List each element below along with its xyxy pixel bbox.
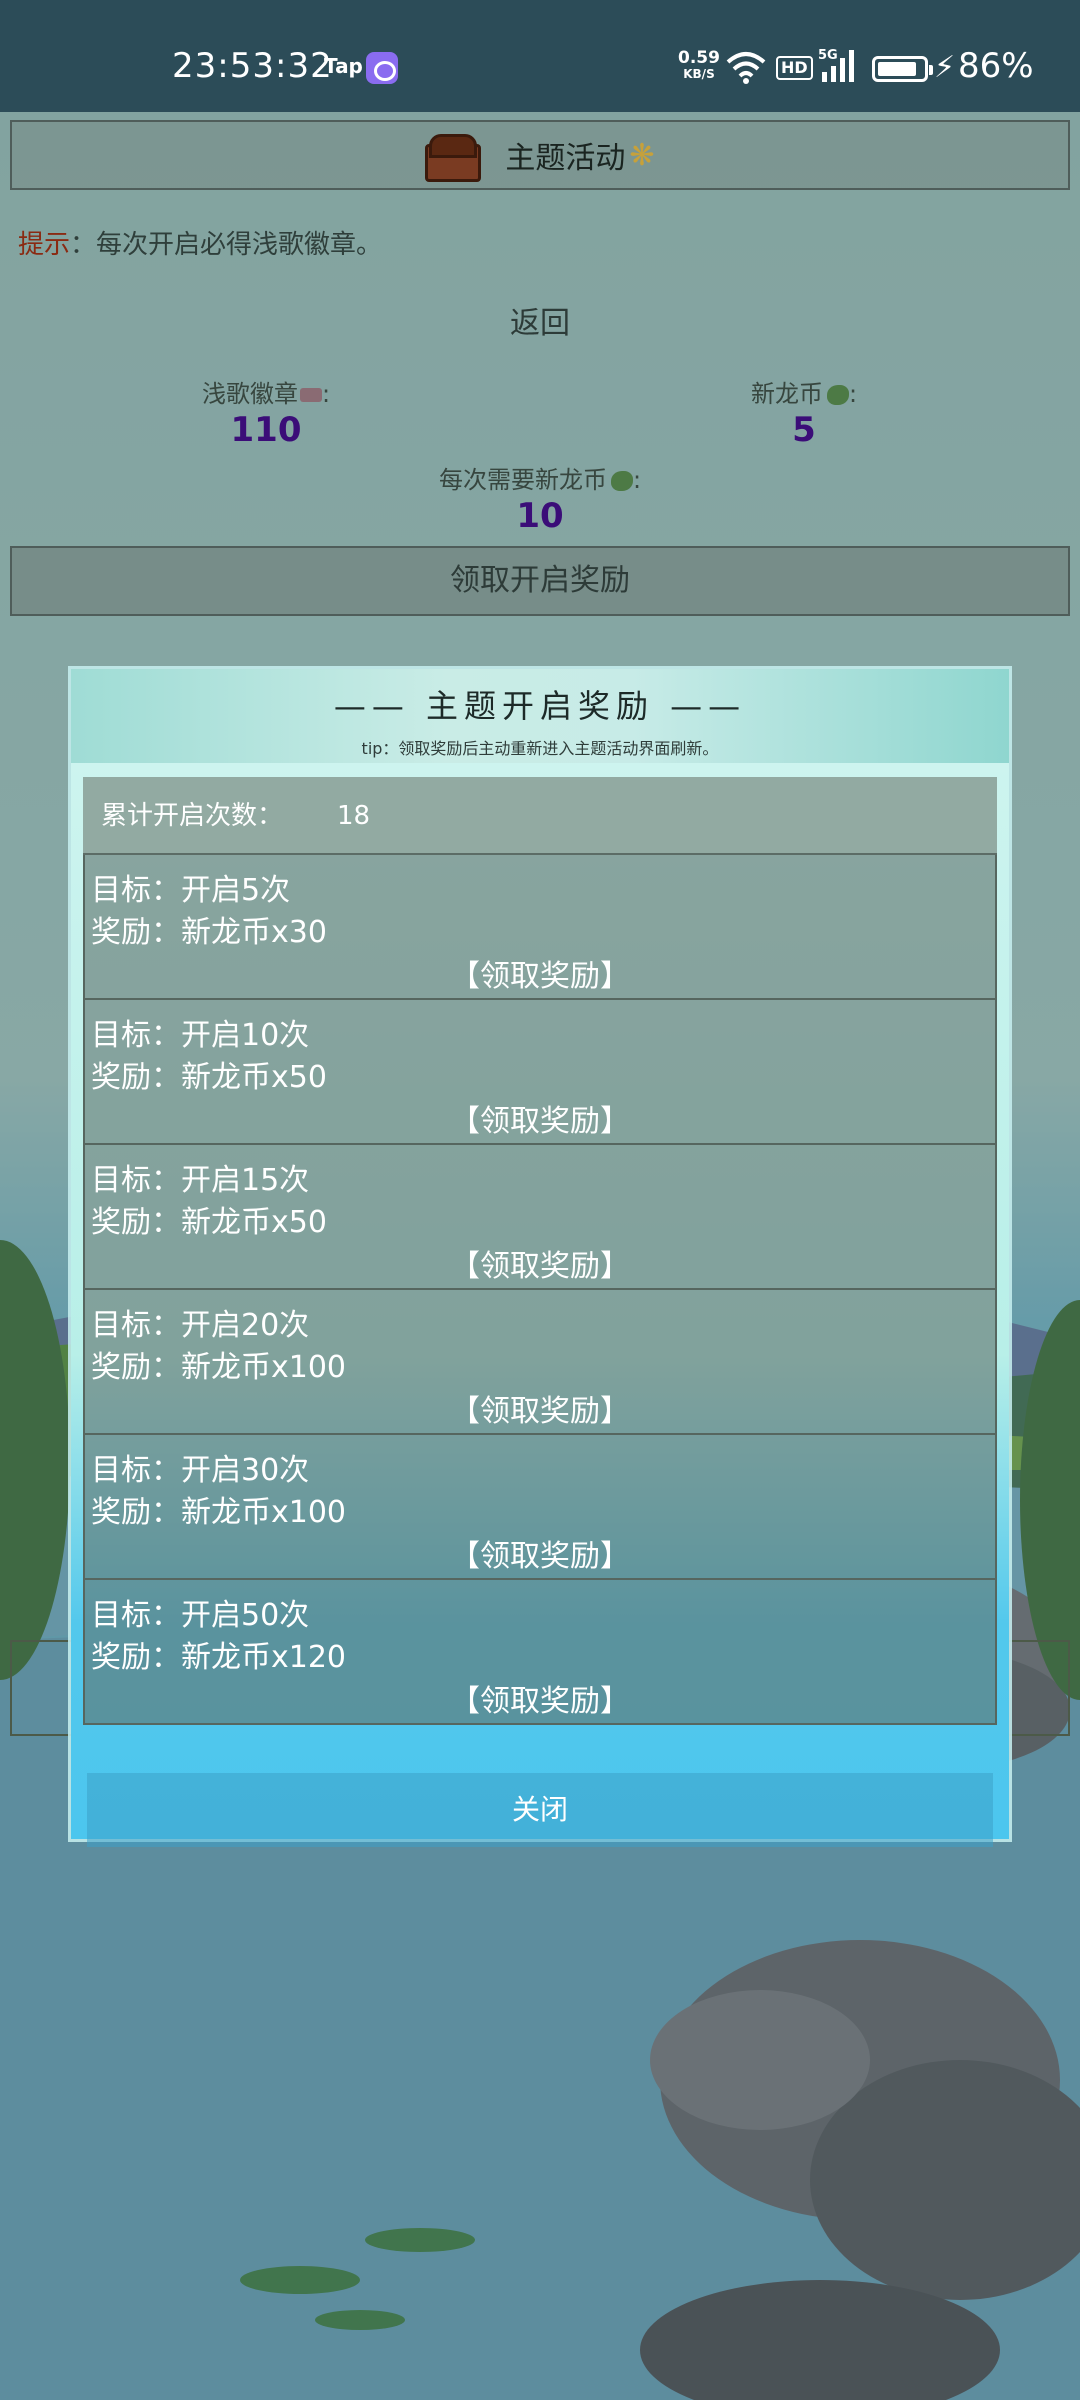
status-bar: 23:53:32 Tap 0.59 KB/S HD 5G ⚡ 86% [0,0,1080,112]
fireworks-icon: ❋ [629,137,655,173]
goal-reward: 奖励：新龙币x50 [91,1060,327,1095]
goal-reward: 奖励：新龙币x100 [91,1350,347,1385]
claim-reward-button[interactable]: 【领取奖励】 [85,1531,995,1575]
wifi-icon [726,52,766,84]
cost-stat-label: 每次需要新龙币: [390,460,690,495]
coin-count: 5 [792,410,816,450]
coin-label: 新龙币 [750,380,823,408]
goal-target: 目标：开启15次 [91,1163,310,1198]
claim-reward-button[interactable]: 【领取奖励】 [85,1241,995,1285]
open-count-value: 18 [337,801,371,831]
open-count-row: 累计开启次数： 18 [83,777,997,855]
reward-modal: —— 主题开启奖励 —— tip：领取奖励后主动重新进入主题活动界面刷新。 累计… [68,666,1012,1847]
network-speed: 0.59 KB/S [678,50,720,82]
claim-reward-button[interactable]: 【领取奖励】 [85,951,995,995]
goal-target: 目标：开启20次 [91,1308,310,1343]
coin-stat-label: 新龙币: [654,374,954,409]
close-button[interactable]: 关闭 [87,1773,993,1847]
modal-body: 累计开启次数： 18 目标：开启5次 奖励：新龙币x30 【领取奖励】 目标：开启… [71,763,1009,1847]
treasure-chest-icon [425,134,482,182]
dragon-coin-icon [610,471,633,491]
claim-reward-button[interactable]: 【领取奖励】 [85,1386,995,1430]
hint-text: 提示：每次开启必得浅歌徽章。 [18,224,382,261]
battery-percent: 86% [958,46,1034,86]
dragon-coin-icon [826,385,849,405]
goal-reward: 奖励：新龙币x50 [91,1205,327,1240]
badge-label: 浅歌徽章 [201,380,298,408]
label-colon: : [848,380,858,408]
back-link[interactable]: 返回 [0,298,1080,342]
goal-item: 目标：开启15次 奖励：新龙币x50 【领取奖励】 [83,1145,997,1290]
goal-reward: 奖励：新龙币x100 [91,1495,347,1530]
hint-body: ：每次开启必得浅歌徽章。 [70,230,383,260]
goal-reward: 奖励：新龙币x120 [91,1640,347,1675]
battery-icon [872,56,933,82]
goal-item: 目标：开启5次 奖励：新龙币x30 【领取奖励】 [83,855,997,1000]
goal-list: 目标：开启5次 奖励：新龙币x30 【领取奖励】 目标：开启10次 奖励：新龙币… [83,855,997,1725]
status-time: 23:53:32 [172,46,333,86]
hd-icon: HD [776,56,813,80]
app-notification-icon [366,52,398,84]
badge-icon [299,388,322,402]
goal-target: 目标：开启5次 [91,873,291,908]
network-speed-value: 0.59 [678,48,720,68]
badge-count: 110 [230,410,302,450]
goal-item: 目标：开启30次 奖励：新龙币x100 【领取奖励】 [83,1435,997,1580]
goal-target: 目标：开启30次 [91,1453,310,1488]
charging-bolt-icon: ⚡ [934,50,956,85]
goal-target: 目标：开启50次 [91,1598,310,1633]
cost-label: 每次需要新龙币 [438,466,607,494]
goal-reward: 奖励：新龙币x30 [91,915,327,950]
modal-tip: tip：领取奖励后主动重新进入主题活动界面刷新。 [361,739,719,758]
hint-prefix: 提示 [18,230,71,260]
signal-strength-icon [822,50,854,82]
page-header: 主题活动 ❋ [10,120,1070,190]
label-colon: : [321,380,331,408]
modal-title: —— 主题开启奖励 —— [333,687,747,725]
goal-target: 目标：开启10次 [91,1018,310,1053]
label-colon: : [632,466,642,494]
cost-value: 10 [516,496,564,536]
tap-app-label: Tap [324,54,363,78]
goal-item: 目标：开启50次 奖励：新龙币x120 【领取奖励】 [83,1580,997,1725]
claim-reward-button[interactable]: 【领取奖励】 [85,1096,995,1140]
open-count-label: 累计开启次数： [101,801,284,831]
badge-stat-label: 浅歌徽章: [116,374,416,409]
claim-reward-button[interactable]: 【领取奖励】 [85,1676,995,1720]
claim-open-reward-button[interactable]: 领取开启奖励 [10,546,1070,616]
battery-level-fill [878,62,916,76]
goal-item: 目标：开启20次 奖励：新龙币x100 【领取奖励】 [83,1290,997,1435]
goal-item: 目标：开启10次 奖励：新龙币x50 【领取奖励】 [83,1000,997,1145]
network-speed-unit: KB/S [683,67,715,81]
page-title: 主题活动 [505,141,626,176]
modal-header: —— 主题开启奖励 —— tip：领取奖励后主动重新进入主题活动界面刷新。 [71,669,1009,763]
